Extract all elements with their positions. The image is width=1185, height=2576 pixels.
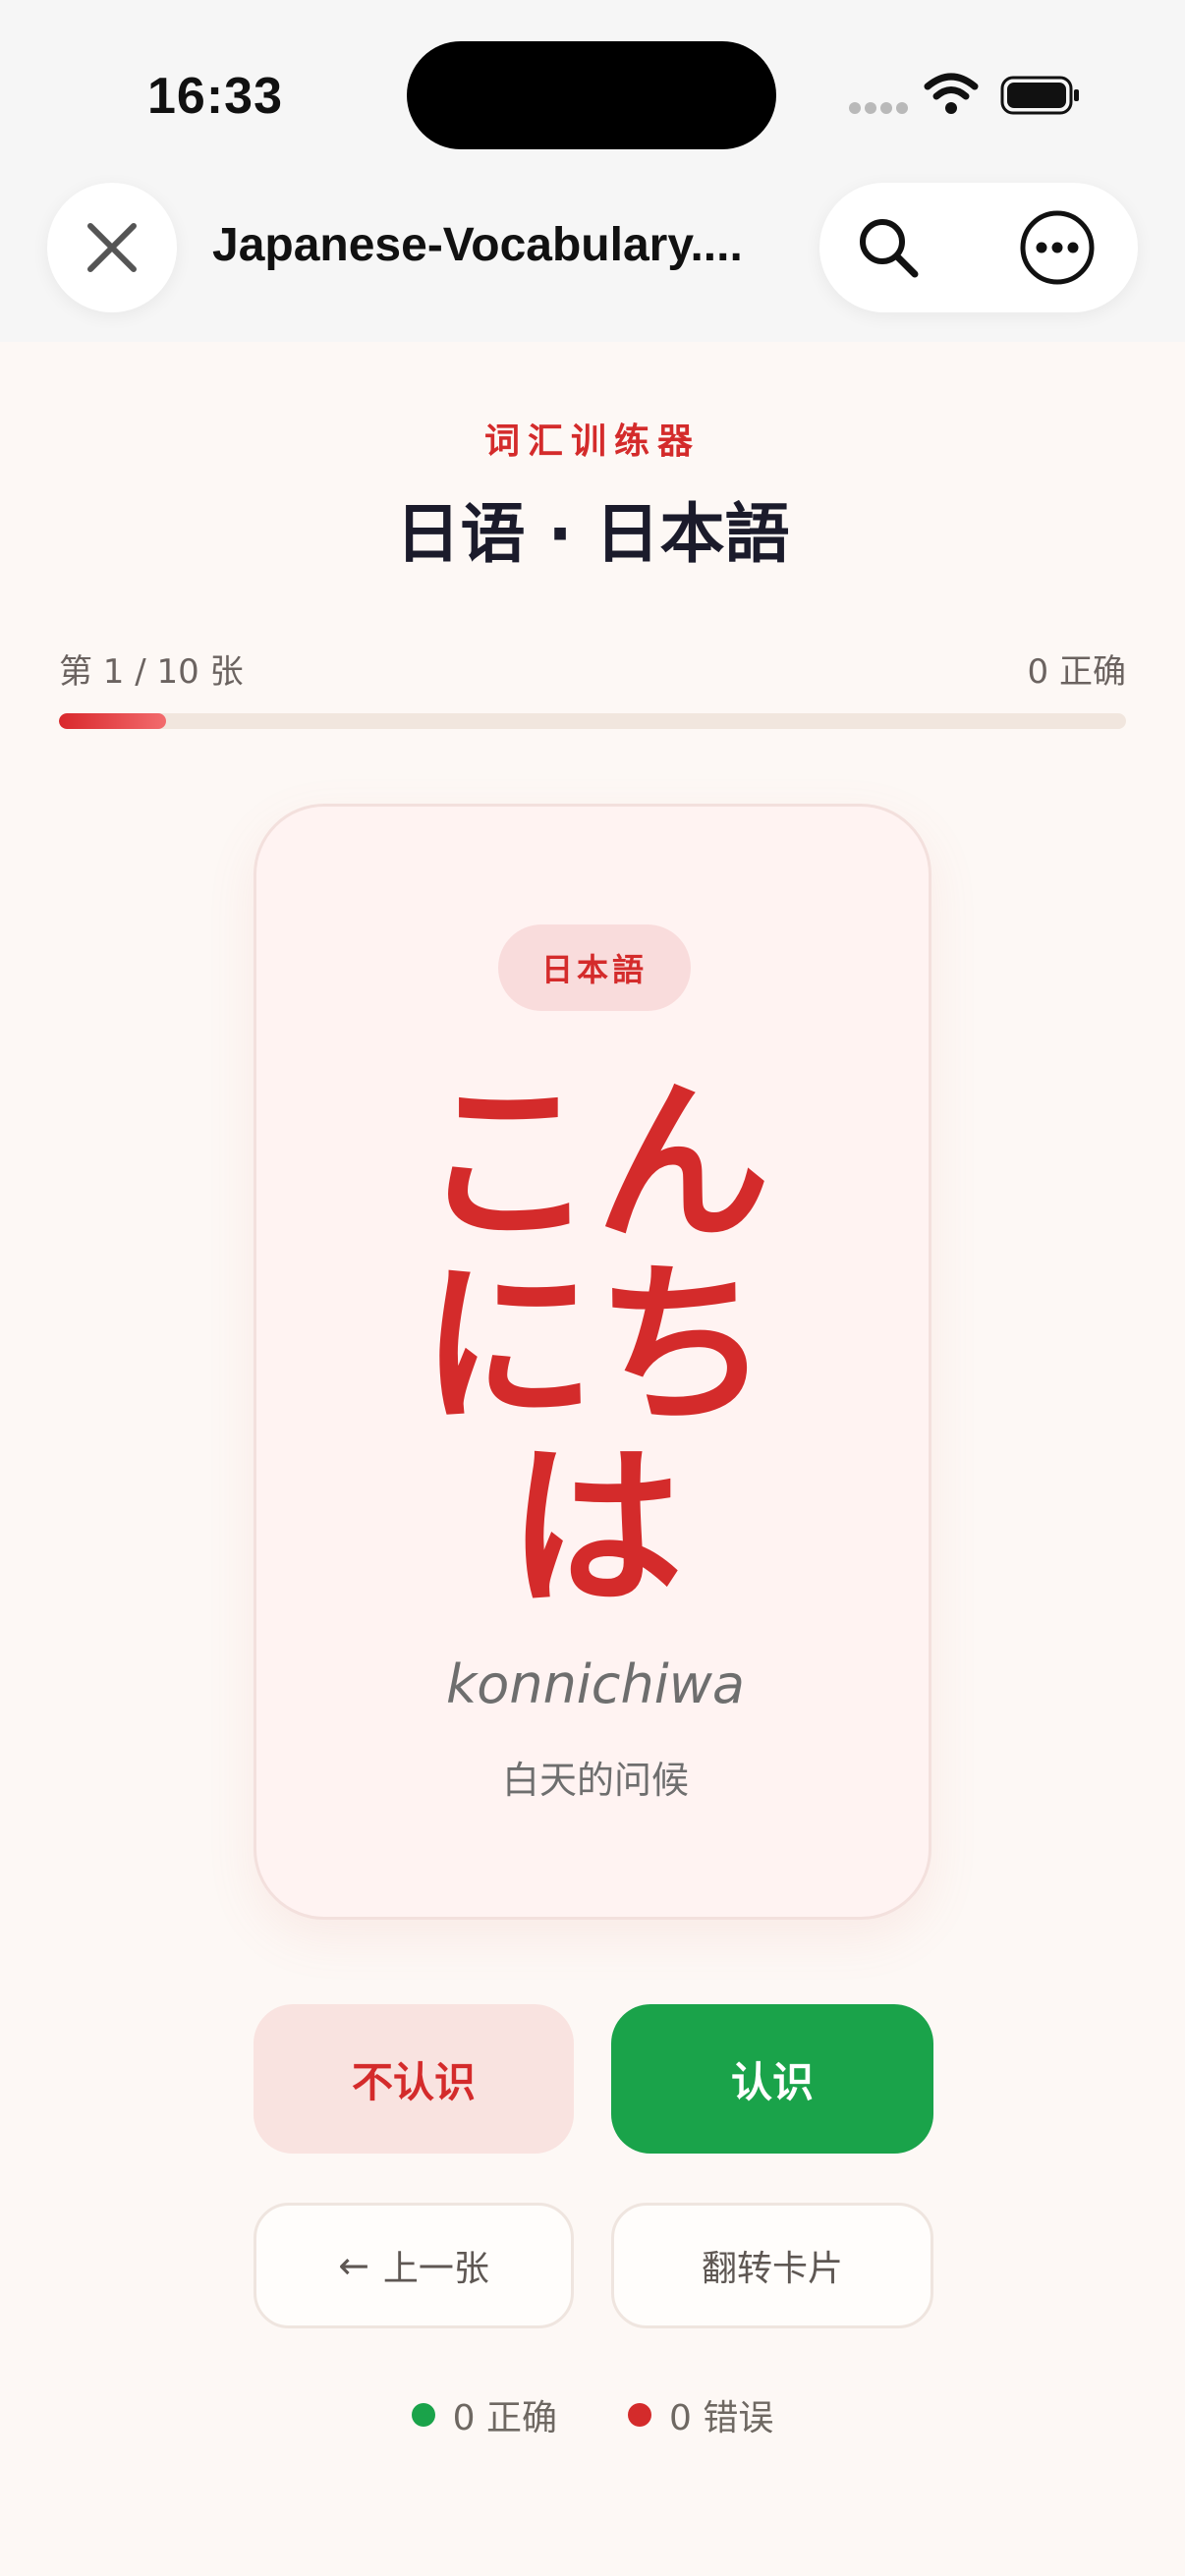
flashcard[interactable]: 日本語 こんにちは konnichiwa 白天的问候 (254, 804, 931, 1920)
browser-actions (819, 183, 1138, 312)
card-romaji: konnichiwa (446, 1653, 745, 1715)
card-meaning: 白天的问候 (501, 1759, 689, 1802)
wrong-stat: 0 错误 (628, 2389, 773, 2440)
page-url-title: Japanese-Vocabulary.... (212, 219, 743, 271)
search-icon (860, 219, 919, 278)
more-button[interactable] (988, 183, 1126, 312)
progress-label: 第 1 / 10 张 (59, 652, 244, 692)
cellular-signal-icon (849, 102, 908, 116)
wrong-count: 0 错误 (669, 2398, 774, 2438)
page-title: 日语 · 日本語 (395, 496, 790, 572)
flip-card-button[interactable]: 翻转卡片 (611, 2203, 933, 2328)
progress-fill (59, 713, 166, 729)
wifi-icon (924, 73, 979, 114)
close-button[interactable] (47, 183, 177, 312)
known-button[interactable]: 认识 (611, 2004, 933, 2154)
correct-count: 0 正确 (452, 2398, 557, 2438)
progress-bar (59, 713, 1126, 729)
card-word: こんにちは (421, 1061, 770, 1630)
close-icon (87, 223, 137, 272)
battery-icon (1000, 76, 1079, 115)
unknown-button[interactable]: 不认识 (254, 2004, 574, 2154)
more-icon (1020, 210, 1095, 285)
progress-score: 0 正确 (1027, 652, 1126, 692)
search-button[interactable] (819, 183, 957, 312)
language-tag: 日本語 (498, 924, 691, 1011)
dynamic-island (407, 41, 776, 149)
correct-stat: 0 正确 (411, 2389, 557, 2440)
previous-card-button[interactable]: ← 上一张 (254, 2203, 574, 2328)
status-time: 16:33 (147, 68, 283, 125)
session-stats: 0 正确 0 错误 (0, 2389, 1185, 2440)
arrow-left-icon: ← (338, 2244, 369, 2287)
browser-chrome: 16:33 Japanese-Vocabulary.... (0, 0, 1185, 342)
wrong-dot-icon (628, 2403, 651, 2427)
previous-card-label: 上一张 (382, 2249, 489, 2289)
correct-dot-icon (411, 2403, 435, 2427)
app-eyebrow: 词汇训练器 (483, 421, 701, 462)
